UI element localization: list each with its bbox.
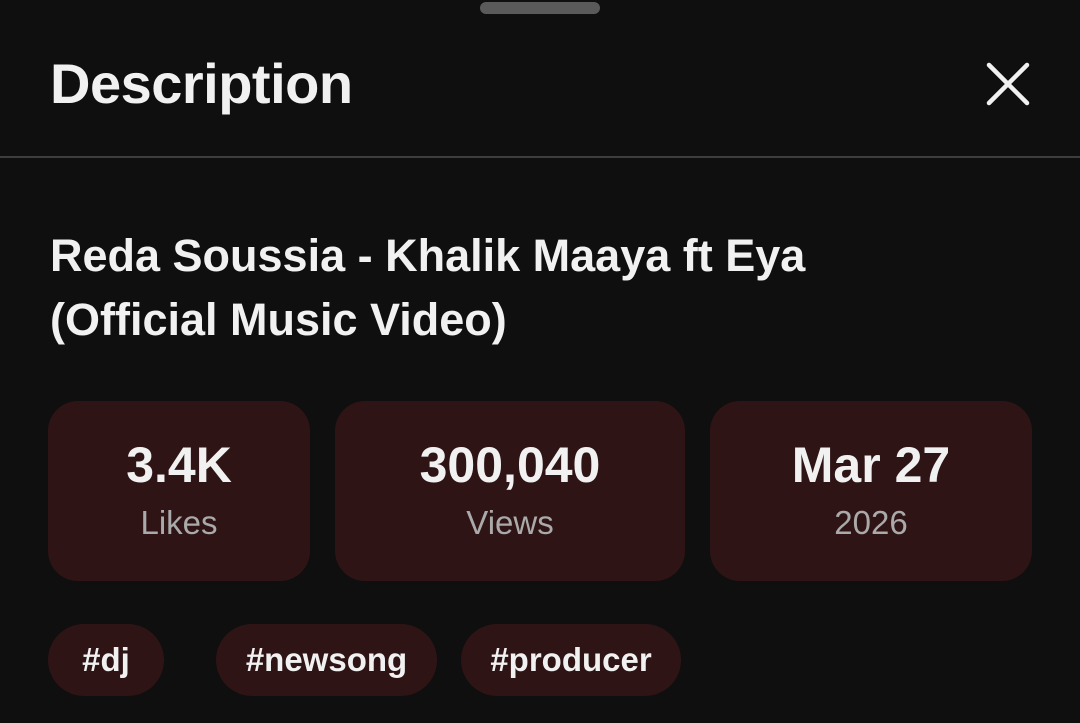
hashtag-chip[interactable]: #producer: [461, 624, 681, 696]
panel-header: Description: [0, 0, 1080, 158]
stats-row: 3.4K Likes 300,040 Views Mar 27 2026: [48, 401, 1032, 581]
description-panel: Description Reda Soussia - Khalik Maaya …: [0, 0, 1080, 723]
hashtag-row: #dj #newsong #producer: [48, 624, 1032, 696]
views-label: Views: [466, 504, 554, 541]
close-button[interactable]: [976, 52, 1040, 116]
date-stat: Mar 27 2026: [710, 401, 1032, 581]
video-title-line-1: Reda Soussia - Khalik Maaya ft Eya: [50, 230, 806, 281]
hashtag-chip[interactable]: #dj: [48, 624, 164, 696]
views-count: 300,040: [419, 437, 601, 493]
views-stat: 300,040 Views: [335, 401, 685, 581]
upload-year: 2026: [834, 504, 908, 541]
likes-count: 3.4K: [126, 437, 232, 493]
likes-label: Likes: [140, 504, 218, 541]
close-icon: [986, 62, 1030, 106]
likes-stat: 3.4K Likes: [48, 401, 310, 581]
panel-title: Description: [50, 52, 353, 115]
hashtag-chip[interactable]: #newsong: [216, 624, 437, 696]
video-title-line-2: (Official Music Video): [50, 294, 507, 345]
upload-date: Mar 27: [791, 437, 951, 493]
video-title: Reda Soussia - Khalik Maaya ft Eya (Offi…: [50, 224, 1030, 352]
